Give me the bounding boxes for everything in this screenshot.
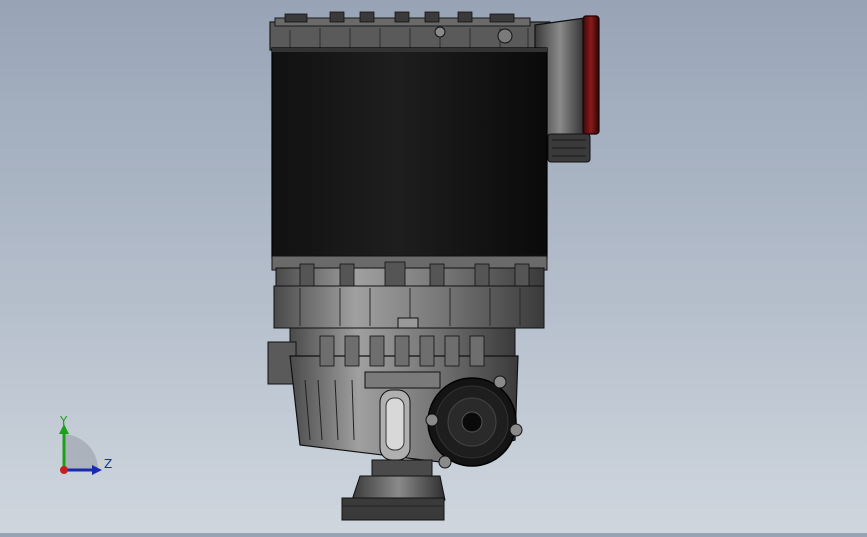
- output-base: [341, 459, 446, 521]
- graphics-viewport[interactable]: Y Z: [0, 0, 867, 533]
- triad-origin: [60, 466, 68, 474]
- motor-body: [271, 47, 548, 259]
- coordinate-triad: Y Z: [59, 414, 112, 475]
- lower-flange: [271, 255, 548, 329]
- top-housing: [269, 11, 551, 51]
- triad-plane: [64, 434, 98, 470]
- cad-model-view[interactable]: [0, 0, 867, 533]
- z-axis-label: Z: [104, 457, 112, 471]
- y-axis-label: Y: [59, 414, 68, 428]
